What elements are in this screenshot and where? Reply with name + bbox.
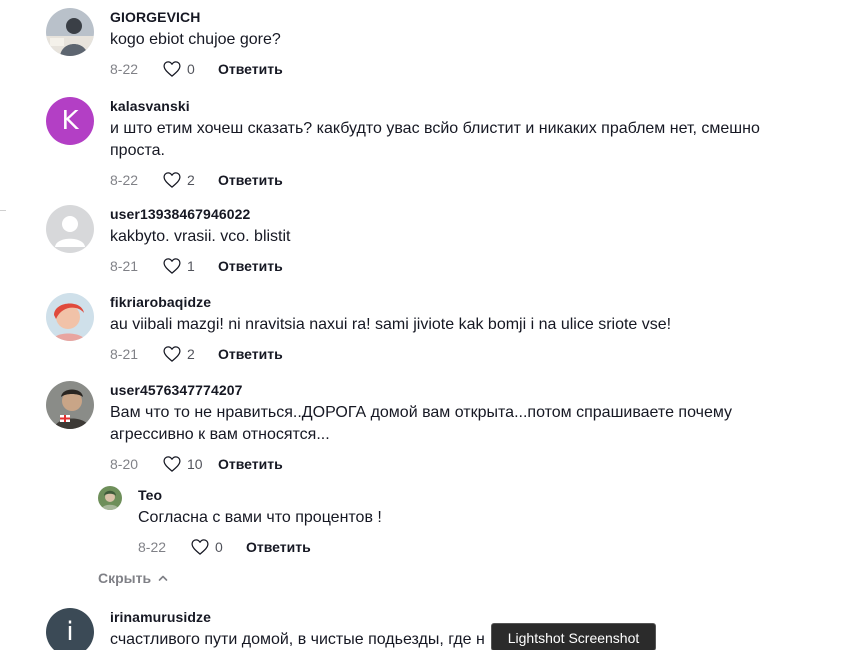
- reply-button[interactable]: Ответить: [218, 346, 283, 362]
- heart-icon: [163, 346, 181, 362]
- avatar[interactable]: [98, 486, 122, 510]
- like-count: 10: [187, 456, 203, 472]
- comment-meta: 8-22 2 Ответить: [110, 169, 846, 191]
- page-edge-mark: [0, 210, 6, 211]
- comment-meta: 8-20 10 Ответить: [110, 453, 846, 475]
- like-count: 1: [187, 258, 195, 274]
- like-count: 0: [215, 539, 223, 555]
- comment-text: kogo ebiot chujoe gore?: [110, 31, 281, 48]
- lightshot-tooltip: Lightshot Screenshot: [491, 623, 656, 650]
- reply-button[interactable]: Ответить: [218, 172, 283, 188]
- comment-text: au viibali mazgi! ni nravitsia naxui ra!…: [110, 316, 672, 333]
- comment-text: Вам что то не нравиться..ДОРОГА домой ва…: [110, 404, 733, 443]
- comment-username[interactable]: user13938467946022: [110, 205, 846, 223]
- comment-username[interactable]: fikriarobaqidze: [110, 293, 846, 311]
- like-count: 2: [187, 346, 195, 362]
- reply-button[interactable]: Ответить: [218, 61, 283, 77]
- comment-text: kakbyto. vrasii. vco. blistit: [110, 228, 291, 245]
- avatar[interactable]: [46, 205, 94, 253]
- like-count: 0: [187, 61, 195, 77]
- reply-button[interactable]: Ответить: [218, 258, 283, 274]
- reply-button[interactable]: Ответить: [218, 456, 283, 472]
- avatar-letter: K: [61, 106, 79, 136]
- comment-meta: 8-21 2 Ответить: [110, 343, 846, 365]
- comment-date: 8-20: [110, 456, 139, 472]
- comment-meta: 8-22 0 Ответить: [110, 58, 846, 80]
- reply-button[interactable]: Ответить: [246, 539, 311, 555]
- default-user-icon: [55, 216, 85, 247]
- like-button[interactable]: 1: [162, 256, 214, 276]
- comment-date: 8-22: [110, 172, 139, 188]
- comment-text: и што етим хочеш сказать? какбудто увас …: [110, 120, 760, 159]
- avatar[interactable]: K: [46, 97, 94, 145]
- avatar[interactable]: [46, 8, 94, 56]
- like-button[interactable]: 2: [162, 170, 214, 190]
- heart-icon: [163, 456, 181, 472]
- reply-date: 8-22: [138, 539, 167, 555]
- like-button[interactable]: 10: [162, 454, 214, 474]
- comment-date: 8-22: [110, 61, 139, 77]
- like-button[interactable]: 2: [162, 344, 214, 364]
- reply-text: Согласна с вами что процентов !: [138, 509, 382, 526]
- avatar-letter: i: [66, 617, 74, 647]
- hide-replies-label: Скрыть: [98, 570, 152, 586]
- comment-meta: 8-21 1 Ответить: [110, 255, 846, 277]
- heart-icon: [163, 258, 181, 274]
- comment-date: 8-21: [110, 258, 139, 274]
- like-button[interactable]: 0: [190, 537, 242, 557]
- heart-icon: [163, 172, 181, 188]
- avatar[interactable]: [46, 293, 94, 341]
- reply-meta: 8-22 0 Ответить: [138, 536, 846, 558]
- like-count: 2: [187, 172, 195, 188]
- avatar[interactable]: [46, 381, 94, 429]
- reply-username[interactable]: Teo: [138, 486, 846, 504]
- chevron-up-icon: [158, 575, 168, 581]
- comment-username[interactable]: user4576347774207: [110, 381, 846, 399]
- avatar[interactable]: i: [46, 608, 94, 650]
- comment-username[interactable]: irinamurusidze: [110, 608, 846, 626]
- comment-date: 8-21: [110, 346, 139, 362]
- hide-replies-button[interactable]: Скрыть: [98, 570, 169, 586]
- heart-icon: [163, 61, 181, 77]
- comment-text: счастливого пути домой, в чистые подьезд…: [110, 631, 485, 648]
- comment-username[interactable]: kalasvanski: [110, 97, 846, 115]
- like-button[interactable]: 0: [162, 59, 214, 79]
- comment-username[interactable]: GIORGEVICH: [110, 8, 846, 26]
- heart-icon: [191, 539, 209, 555]
